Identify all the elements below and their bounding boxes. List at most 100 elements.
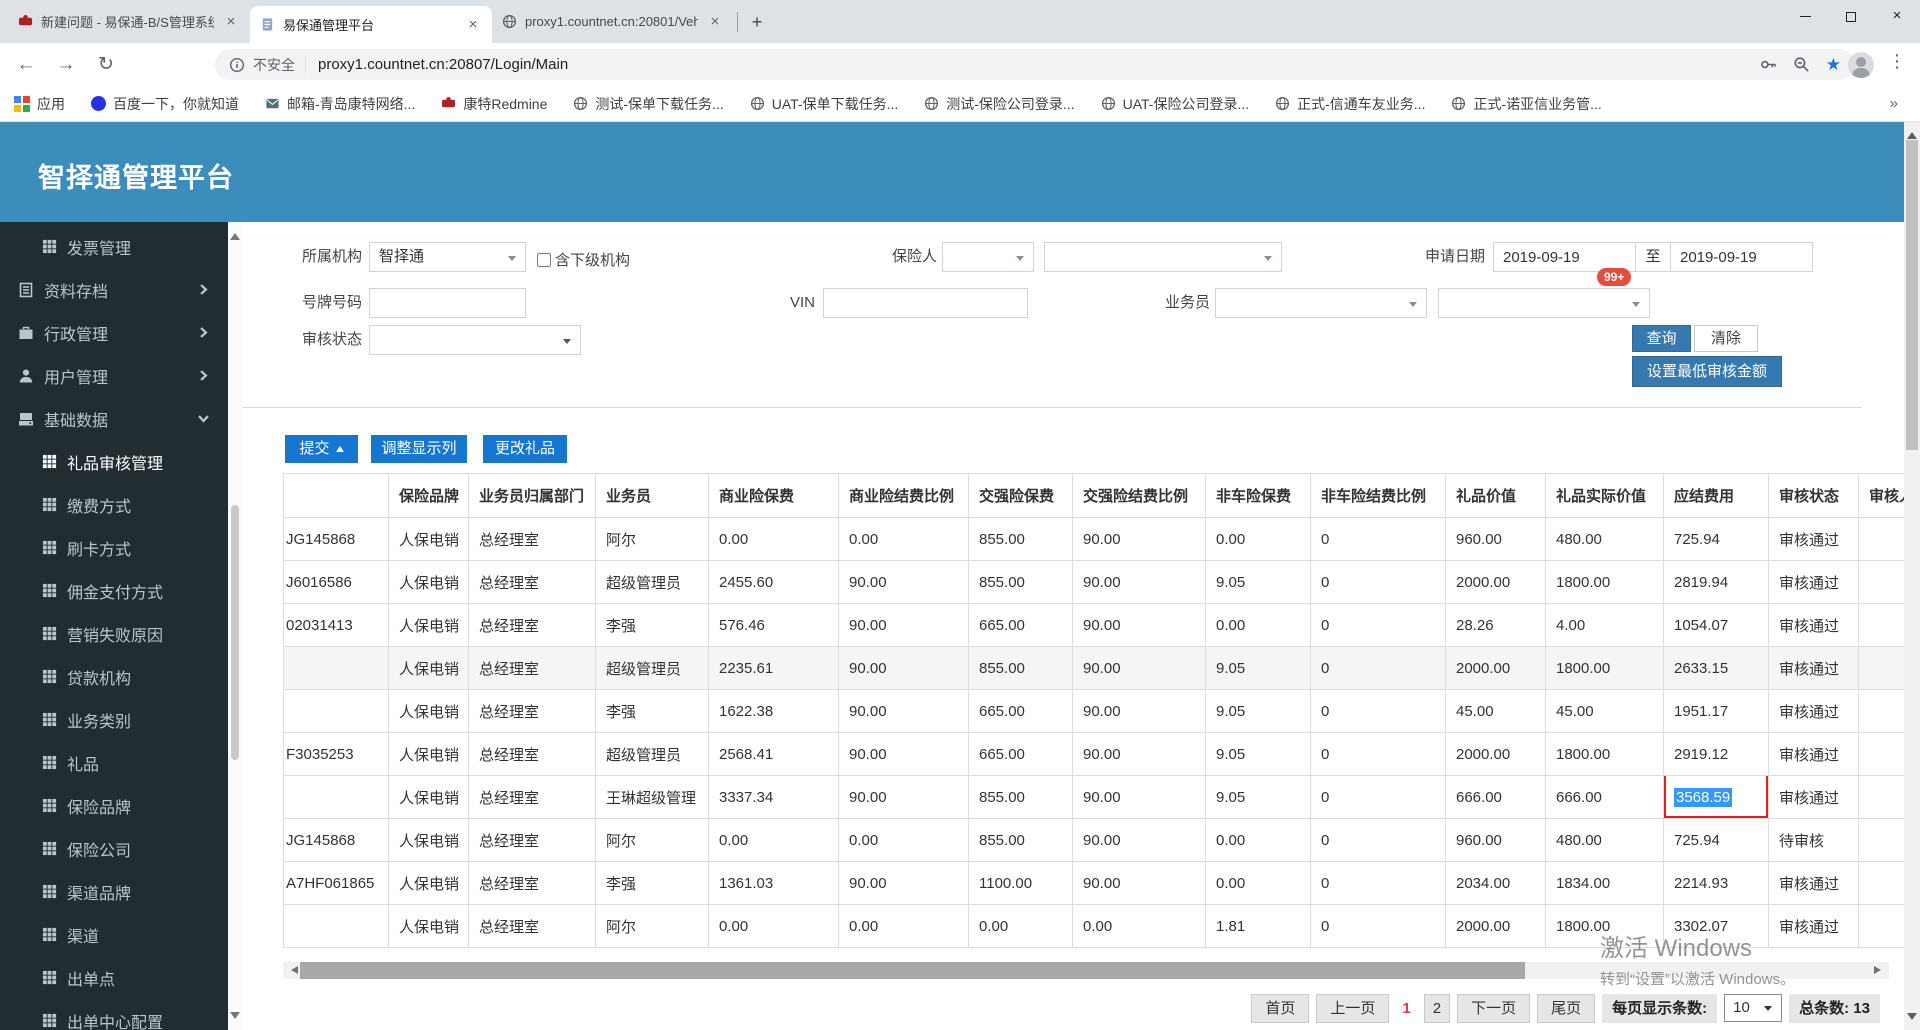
col-header[interactable]: 审核状态 (1768, 473, 1859, 518)
change-gift-button[interactable]: 更改礼品 (483, 435, 567, 463)
sidebar-item-payment-method[interactable]: 缴费方式 (0, 483, 228, 526)
audit-status-select[interactable] (369, 325, 581, 355)
col-header[interactable]: 非车险结费比例 (1310, 473, 1446, 518)
sidebar-item-marketing-fail[interactable]: 营销失败原因 (0, 612, 228, 655)
tab-close-icon[interactable]: × (222, 13, 240, 30)
col-header[interactable]: 礼品实际价值 (1545, 473, 1664, 518)
table-row[interactable]: 人保电销 总经理室 超级管理员 2235.61 90.00 855.00 90.… (283, 646, 1904, 690)
bookmark-test-login[interactable]: 测试-保险公司登录... (924, 94, 1075, 114)
page-2-button[interactable]: 2 (1423, 993, 1451, 1023)
bookmark-prod-xintong[interactable]: 正式-信通车友业务... (1275, 94, 1425, 114)
sidebar-item-gift-audit[interactable]: 礼品审核管理 (0, 440, 228, 483)
tab-proxy[interactable]: proxy1.countnet.cn:20801/Veh × (492, 0, 734, 43)
bookmarks-overflow-chevron[interactable]: » (1890, 95, 1898, 112)
page-vertical-scrollbar[interactable] (1904, 122, 1920, 1030)
sidebar-item-business-type[interactable]: 业务类别 (0, 698, 228, 741)
scroll-right-arrow-icon[interactable] (1874, 966, 1885, 974)
page-1-current[interactable]: 1 (1396, 994, 1416, 1023)
table-row[interactable]: 人保电销 总经理室 王琳超级管理 3337.34 90.00 855.00 90… (283, 775, 1904, 819)
sidebar-scrollbar-thumb[interactable] (231, 505, 239, 760)
tab-active-ybt[interactable]: 易保通管理平台 × (250, 6, 492, 43)
sidebar-item-insurance-company[interactable]: 保险公司 (0, 827, 228, 870)
table-row[interactable]: J6016586 人保电销 总经理室 超级管理员 2455.60 90.00 8… (283, 560, 1904, 604)
notification-badge[interactable]: 99+ (1597, 268, 1632, 286)
bookmark-baidu[interactable]: 百度一下，你就知道 (91, 94, 239, 114)
zoom-icon[interactable] (1793, 56, 1810, 73)
salesman-select-1[interactable] (1215, 288, 1427, 318)
browser-profile-avatar[interactable] (1848, 52, 1874, 78)
salesman-select-2[interactable] (1438, 288, 1650, 318)
sidebar-item-channel[interactable]: 渠道 (0, 913, 228, 956)
vin-input[interactable] (823, 288, 1028, 318)
bookmark-apps[interactable]: 应用 (14, 94, 65, 114)
bookmark-uat-download[interactable]: UAT-保单下载任务... (750, 94, 898, 114)
col-header[interactable]: 业务员归属部门 (468, 473, 596, 518)
first-page-button[interactable]: 首页 (1251, 993, 1310, 1023)
table-horizontal-scrollbar[interactable] (283, 962, 1889, 979)
per-page-select[interactable]: 10 (1724, 994, 1783, 1022)
org-select[interactable]: 智择通 (369, 242, 526, 272)
sidebar-item-insurance-brand[interactable]: 保险品牌 (0, 784, 228, 827)
sidebar-item-channel-brand[interactable]: 渠道品牌 (0, 870, 228, 913)
sidebar-item-commission-pay[interactable]: 佣金支付方式 (0, 569, 228, 612)
sidebar-item-card-method[interactable]: 刷卡方式 (0, 526, 228, 569)
submit-button[interactable]: 提交 (285, 435, 358, 463)
security-label[interactable]: 不安全 (253, 55, 295, 75)
bookmark-redmine[interactable]: 康特Redmine (441, 94, 547, 114)
scroll-down-arrow-icon[interactable] (1907, 1013, 1917, 1025)
key-icon[interactable] (1760, 56, 1777, 73)
bookmark-star-icon[interactable]: ★ (1826, 55, 1841, 75)
settle-fee-cell-selected[interactable]: 3568.59 (1663, 775, 1769, 819)
col-header[interactable]: 应结费用 (1663, 473, 1769, 518)
include-sub-org-checkbox[interactable]: 含下级机构 (537, 249, 630, 270)
sidebar-item-loan-org[interactable]: 贷款机构 (0, 655, 228, 698)
checkbox[interactable] (537, 252, 551, 267)
sidebar-item-issue-center-config[interactable]: 出单中心配置 (0, 999, 228, 1030)
search-button[interactable]: 查询 (1632, 325, 1691, 352)
prev-page-button[interactable]: 上一页 (1316, 993, 1390, 1023)
info-icon[interactable] (229, 57, 245, 73)
col-header[interactable] (283, 473, 389, 518)
last-page-button[interactable]: 尾页 (1537, 993, 1596, 1023)
sidebar-item-issue-point[interactable]: 出单点 (0, 956, 228, 999)
tab-close-icon[interactable]: × (706, 13, 724, 30)
col-header[interactable]: 交强险结费比例 (1072, 473, 1206, 518)
bookmark-uat-login[interactable]: UAT-保险公司登录... (1101, 94, 1249, 114)
table-row[interactable]: A7HF061865 人保电销 总经理室 李强 1361.03 90.00 11… (283, 861, 1904, 905)
sidebar-scrollbar[interactable] (228, 222, 242, 1030)
forward-button[interactable]: → (52, 51, 80, 79)
table-row[interactable]: 02031413 人保电销 总经理室 李强 576.46 90.00 665.0… (283, 603, 1904, 647)
tab-close-icon[interactable]: × (464, 16, 482, 33)
bookmark-prod-nuoyaxin[interactable]: 正式-诺亚信业务管... (1451, 94, 1602, 114)
sidebar-item-archive[interactable]: 资料存档 (0, 268, 228, 311)
table-row[interactable]: JG145868 人保电销 总经理室 阿尔 0.00 0.00 855.00 9… (283, 517, 1904, 561)
bookmark-mail[interactable]: 邮箱-青岛康特网络... (265, 94, 415, 114)
col-header[interactable]: 商业险保费 (708, 473, 839, 518)
sidebar-item-invoice-mgmt[interactable]: 发票管理 (0, 225, 228, 268)
table-row[interactable]: JG145868 人保电销 总经理室 阿尔 0.00 0.00 855.00 9… (283, 818, 1904, 862)
bookmark-test-download[interactable]: 测试-保单下载任务... (573, 94, 724, 114)
scroll-down-arrow-icon[interactable] (230, 1012, 240, 1024)
insurer-select-2[interactable] (1044, 242, 1282, 272)
col-header[interactable]: 非车险保费 (1205, 473, 1311, 518)
col-header[interactable]: 审核人 (1858, 473, 1904, 518)
col-header[interactable]: 礼品价值 (1445, 473, 1546, 518)
window-close-button[interactable]: × (1874, 0, 1920, 32)
col-header[interactable]: 商业险结费比例 (838, 473, 969, 518)
adjust-columns-button[interactable]: 调整显示列 (371, 435, 467, 463)
scroll-up-arrow-icon[interactable] (230, 228, 240, 240)
clear-button[interactable]: 清除 (1694, 325, 1758, 352)
back-button[interactable]: ← (12, 51, 40, 79)
window-minimize-button[interactable] (1782, 0, 1828, 32)
plate-input[interactable] (369, 288, 526, 318)
date-to-input[interactable] (1670, 242, 1813, 272)
new-tab-button[interactable]: + (744, 10, 770, 36)
address-bar[interactable]: 不安全 proxy1.countnet.cn:20807/Login/Main … (215, 49, 1855, 80)
url-text[interactable]: proxy1.countnet.cn:20807/Login/Main (318, 56, 1748, 73)
col-header[interactable]: 保险品牌 (388, 473, 469, 518)
reload-button[interactable]: ↻ (92, 51, 120, 79)
col-header[interactable]: 业务员 (595, 473, 709, 518)
browser-menu-icon[interactable]: ⋮ (1888, 51, 1906, 72)
scroll-up-arrow-icon[interactable] (1907, 127, 1917, 139)
vertical-scrollbar-thumb[interactable] (1906, 140, 1918, 450)
